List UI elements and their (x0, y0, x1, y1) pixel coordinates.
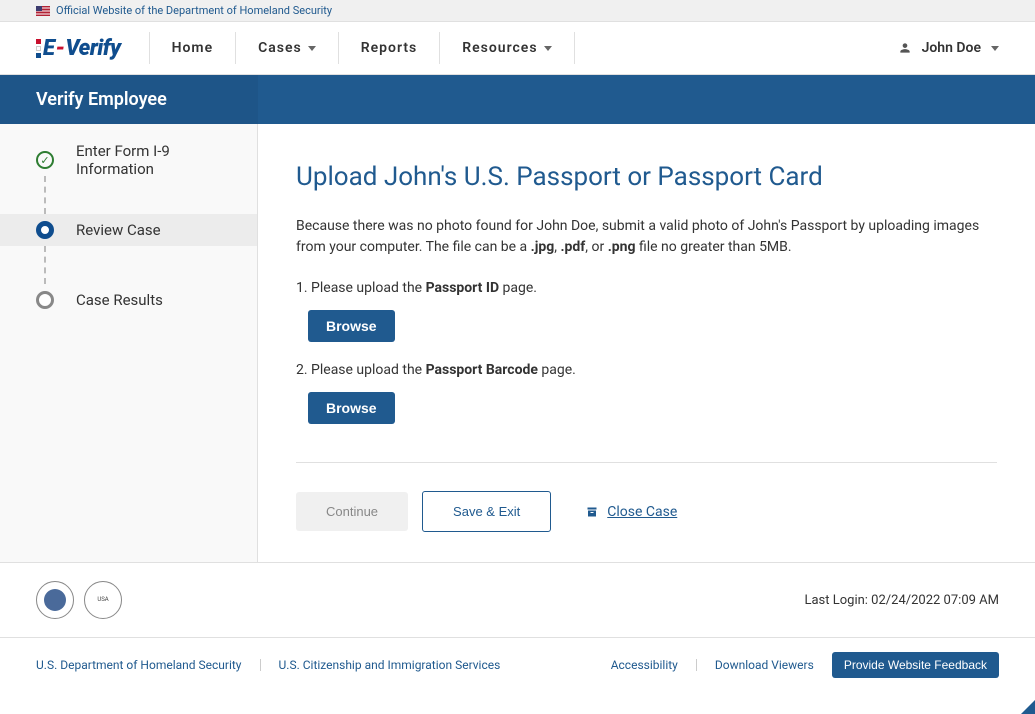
gov-banner-text[interactable]: Official Website of the Department of Ho… (56, 4, 332, 17)
upload-passport-barcode-label: 2. Please upload the Passport Barcode pa… (296, 362, 997, 378)
everify-logo[interactable]: E - Verify (36, 36, 121, 61)
caret-down-icon (991, 46, 999, 51)
nav-home[interactable]: Home (149, 32, 236, 64)
main-nav: Home Cases Reports Resources (149, 32, 575, 64)
feedback-button[interactable]: Provide Website Feedback (832, 652, 999, 678)
gov-banner: Official Website of the Department of Ho… (0, 0, 1035, 22)
user-menu[interactable]: John Doe (898, 40, 999, 56)
footer-dhs-link[interactable]: U.S. Department of Homeland Security (36, 658, 242, 672)
action-bar: Continue Save & Exit Close Case (296, 462, 997, 532)
step-enter-form[interactable]: ✓ Enter Form I-9 Information (0, 144, 257, 176)
close-case-link[interactable]: Close Case (585, 504, 677, 520)
browse-passport-barcode-button[interactable]: Browse (308, 392, 395, 424)
divider (260, 659, 261, 671)
main-header: E - Verify Home Cases Reports Resources … (0, 22, 1035, 75)
footer-seals-row: USA Last Login: 02/24/2022 07:09 AM (0, 562, 1035, 637)
page-title-bar: Verify Employee (0, 75, 1035, 124)
save-exit-button[interactable]: Save & Exit (422, 491, 551, 532)
step-connector (44, 176, 257, 214)
step-review-case[interactable]: Review Case (0, 214, 257, 246)
nav-reports[interactable]: Reports (338, 32, 440, 64)
pending-step-icon (36, 291, 54, 309)
footer-accessibility-link[interactable]: Accessibility (611, 658, 678, 672)
last-login-text: Last Login: 02/24/2022 07:09 AM (804, 593, 999, 608)
footer-download-viewers-link[interactable]: Download Viewers (715, 658, 814, 672)
footer-links-row: U.S. Department of Homeland Security U.S… (0, 637, 1035, 692)
divider (696, 659, 697, 671)
nav-cases[interactable]: Cases (235, 32, 338, 64)
browse-passport-id-button[interactable]: Browse (308, 310, 395, 342)
caret-down-icon (544, 46, 552, 51)
ssa-seal-icon: USA (84, 581, 122, 619)
footer-uscis-link[interactable]: U.S. Citizenship and Immigration Service… (279, 658, 501, 672)
logo-bars-icon (36, 39, 41, 58)
main-content: Upload John's U.S. Passport or Passport … (258, 124, 1035, 562)
us-flag-icon (36, 6, 50, 16)
resize-corner-icon[interactable] (1021, 700, 1035, 714)
caret-down-icon (308, 46, 316, 51)
user-icon (898, 41, 912, 55)
dhs-seal-icon (36, 581, 74, 619)
upload-passport-id-label: 1. Please upload the Passport ID page. (296, 280, 997, 296)
user-name: John Doe (922, 40, 981, 56)
check-circle-icon: ✓ (36, 151, 54, 169)
step-connector (44, 246, 257, 284)
current-step-icon (36, 221, 54, 239)
nav-resources[interactable]: Resources (439, 32, 574, 64)
upload-description: Because there was no photo found for Joh… (296, 216, 997, 258)
continue-button[interactable]: Continue (296, 492, 408, 531)
steps-sidebar: ✓ Enter Form I-9 Information Review Case… (0, 124, 258, 562)
main-heading: Upload John's U.S. Passport or Passport … (296, 162, 997, 192)
archive-icon (585, 506, 599, 518)
page-title: Verify Employee (0, 75, 258, 124)
step-case-results[interactable]: Case Results (0, 284, 257, 316)
